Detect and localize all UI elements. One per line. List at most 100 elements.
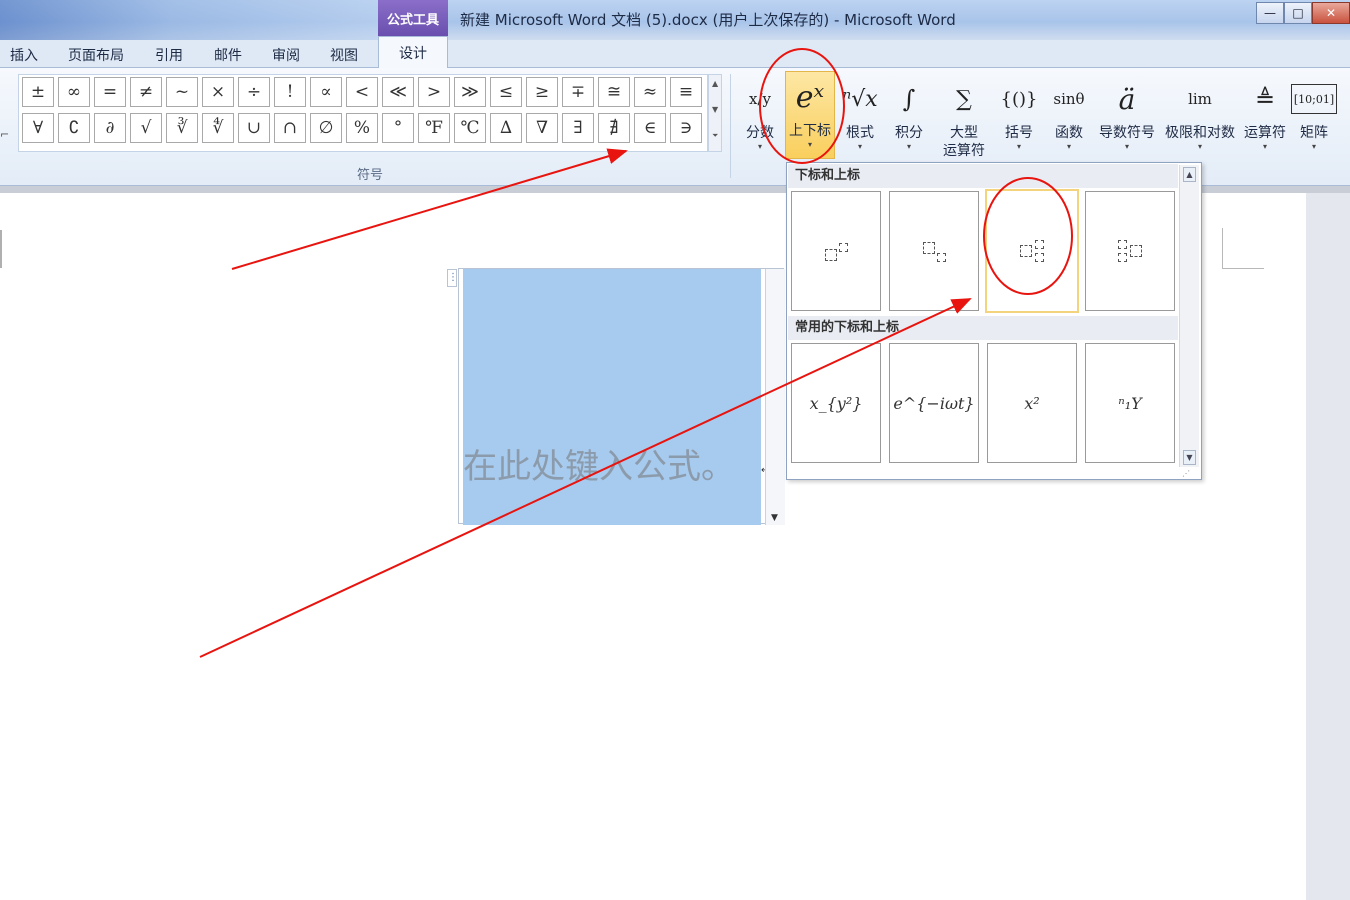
scroll-down-icon[interactable]: ▼ (1183, 450, 1196, 465)
common-exponential-tile[interactable]: e^{−iωt} (889, 343, 979, 463)
symbol-cell[interactable]: ≈ (634, 77, 666, 107)
symbol-cell[interactable]: ℉ (418, 113, 450, 143)
symbol-cell[interactable]: ∆ (490, 113, 522, 143)
common-subscript-tile[interactable]: x_{y²} (791, 343, 881, 463)
symbol-cell[interactable]: ≤ (490, 77, 522, 107)
symbol-cell[interactable]: ~ (166, 77, 198, 107)
symbol-cell[interactable]: ∃ (562, 113, 594, 143)
symbol-cell[interactable]: < (346, 77, 378, 107)
operator-icon: ≜ (1254, 85, 1276, 113)
tab-review[interactable]: 审阅 (272, 45, 300, 65)
symbol-cell[interactable]: ≡ (670, 77, 702, 107)
sub-superscript-tile[interactable] (985, 189, 1079, 313)
common-left-script-tile[interactable]: ⁿ₁Y (1085, 343, 1175, 463)
matrix-button[interactable]: [10;01] 矩阵 ▾ (1290, 74, 1338, 166)
tab-references[interactable]: 引用 (155, 45, 183, 65)
symbol-cell[interactable]: ≪ (382, 77, 414, 107)
integral-button[interactable]: ∫ 积分 ▾ (888, 74, 930, 166)
bracket-button[interactable]: {()} 括号 ▾ (998, 74, 1040, 166)
group-separator (730, 74, 731, 178)
symbol-cell[interactable]: ∄ (598, 113, 630, 143)
subscript-tile[interactable] (889, 191, 979, 311)
limit-icon: lim (1188, 90, 1212, 108)
symbol-cell[interactable]: ∓ (562, 77, 594, 107)
matrix-icon: [10;01] (1290, 84, 1338, 114)
section-header-common: 常用的下标和上标 (788, 316, 1178, 340)
symbol-cell[interactable]: ≅ (598, 77, 630, 107)
dropdown-scrollbar[interactable]: ▲ ▼ (1179, 165, 1199, 467)
large-operator-icon: ∑ (956, 86, 972, 112)
tab-mailings[interactable]: 邮件 (214, 45, 242, 65)
symbol-cell[interactable]: ∞ (58, 77, 90, 107)
gallery-down-icon[interactable]: ▼ (712, 105, 718, 114)
page-margin-mark (1222, 228, 1223, 268)
equation-container[interactable]: ⋮ 在此处键入公式。 ↵ ▼ (447, 268, 785, 525)
symbol-cell[interactable]: ∀ (22, 113, 54, 143)
accent-button[interactable]: ä 导数符号 ▾ (1096, 74, 1158, 166)
symbol-cell[interactable]: ∋ (670, 113, 702, 143)
symbol-cell[interactable]: ≫ (454, 77, 486, 107)
symbol-cell[interactable]: ∝ (310, 77, 342, 107)
symbol-cell[interactable]: ∜ (202, 113, 234, 143)
symbol-cell[interactable]: ∇ (526, 113, 558, 143)
function-button[interactable]: sinθ 函数 ▾ (1046, 74, 1092, 166)
tab-insert[interactable]: 插入 (10, 45, 38, 65)
maximize-button[interactable]: □ (1284, 2, 1312, 24)
script-dropdown: 下标和上标 常用的下标和上标 x_{y²} e^{−iωt} x² ⁿ₁Y ▲ … (786, 162, 1202, 480)
radical-button[interactable]: ⁿ√x 根式 ▾ (838, 74, 882, 166)
symbol-cell[interactable]: ∂ (94, 113, 126, 143)
tab-view[interactable]: 视图 (330, 45, 358, 65)
symbol-cell[interactable]: % (346, 113, 378, 143)
superscript-tile[interactable] (791, 191, 881, 311)
symbol-cell[interactable]: ℃ (454, 113, 486, 143)
close-icon: ✕ (1325, 6, 1337, 20)
equation-options-button[interactable]: ▼ (765, 269, 785, 525)
symbol-cell[interactable]: ≥ (526, 77, 558, 107)
common-squared-tile[interactable]: x² (987, 343, 1077, 463)
symbol-cell[interactable]: × (202, 77, 234, 107)
title-bar-blur (0, 0, 380, 40)
symbol-cell[interactable]: ∅ (310, 113, 342, 143)
gallery-more-icon[interactable]: ⏷ (712, 131, 718, 141)
radical-icon: ⁿ√x (842, 86, 878, 112)
limit-log-button[interactable]: lim 极限和对数 ▾ (1160, 74, 1240, 166)
integral-icon: ∫ (902, 85, 916, 113)
symbol-cell[interactable]: ÷ (238, 77, 270, 107)
scroll-up-icon[interactable]: ▲ (1183, 167, 1196, 182)
symbol-cell[interactable]: > (418, 77, 450, 107)
tab-page-layout[interactable]: 页面布局 (68, 45, 124, 65)
script-button[interactable]: eˣ 上下标 ▾ (785, 71, 835, 159)
symbol-cell[interactable]: ∩ (274, 113, 306, 143)
ribbon-left-edge: ⌐ (0, 128, 10, 141)
large-operator-button[interactable]: ∑ 大型 运算符 (934, 74, 994, 166)
symbol-cell[interactable]: ∛ (166, 113, 198, 143)
window-title: 新建 Microsoft Word 文档 (5).docx (用户上次保存的) … (460, 11, 956, 29)
resize-grip-icon[interactable]: ⋰ (1182, 469, 1190, 478)
equation-placeholder[interactable]: 在此处键入公式。 (463, 439, 735, 488)
equation-handle-icon[interactable]: ⋮ (447, 269, 458, 287)
script-icon: eˣ (795, 79, 825, 115)
vertical-scrollbar[interactable] (1306, 193, 1350, 900)
symbol-cell[interactable]: ! (274, 77, 306, 107)
ribbon-tab-row: 插入 页面布局 引用 邮件 审阅 视图 ⌃ (0, 40, 1350, 97)
bracket-icon: {()} (1000, 88, 1038, 110)
symbol-cell[interactable]: ∈ (634, 113, 666, 143)
chevron-down-icon: ▼ (771, 513, 778, 523)
equation-tools-context-tab[interactable]: 公式工具 (378, 0, 448, 36)
gallery-up-icon[interactable]: ▲ (712, 79, 718, 88)
close-button[interactable]: ✕ (1312, 2, 1350, 24)
left-sub-superscript-tile[interactable] (1085, 191, 1175, 311)
symbol-cell[interactable]: ≠ (130, 77, 162, 107)
symbols-gallery-scroll[interactable]: ▲ ▼ ⏷ (708, 74, 722, 152)
operator-button[interactable]: ≜ 运算符 ▾ (1241, 74, 1289, 166)
symbol-cell[interactable]: √ (130, 113, 162, 143)
symbol-cell[interactable]: ∪ (238, 113, 270, 143)
fraction-button[interactable]: x/y 分数 ▾ (740, 74, 780, 166)
symbol-cell[interactable]: ± (22, 77, 54, 107)
symbol-cell[interactable]: ∁ (58, 113, 90, 143)
maximize-icon: □ (1292, 6, 1304, 20)
symbol-cell[interactable]: ° (382, 113, 414, 143)
symbol-cell[interactable]: = (94, 77, 126, 107)
minimize-button[interactable]: — (1256, 2, 1284, 24)
tab-design[interactable]: 设计 (378, 36, 448, 69)
